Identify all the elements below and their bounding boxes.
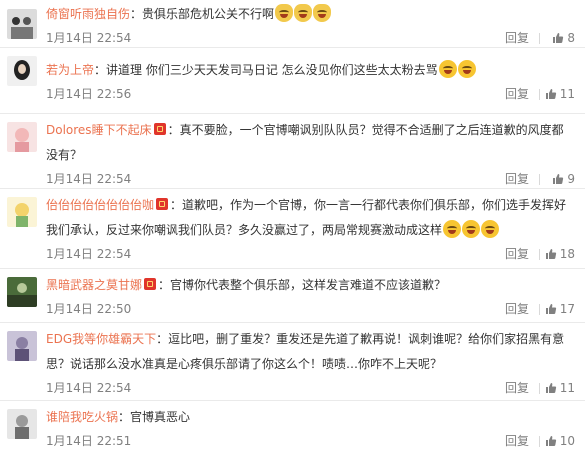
comment-time: 1月14日 22:54 [46, 31, 132, 45]
reply-button[interactable]: 回复 [505, 377, 529, 399]
comment-text: ：官博你代表整个俱乐部，这样发言难道不应该道歉？ [158, 278, 447, 292]
divider [539, 249, 540, 260]
comment-username[interactable]: 佁佁佁佁佁佁佁佁咖 [46, 198, 154, 212]
comment-time: 1月14日 22:54 [46, 172, 132, 186]
like-count: 11 [559, 381, 575, 395]
comment-item: 谁陪我吃火锅：官博真恶心 1月14日 22:51 回复 10 [0, 401, 585, 450]
comment-text: ：官博真恶心 [118, 410, 191, 424]
thumbs-up-icon [545, 88, 557, 100]
comment-item: 若为上帝：讲道理 你们三少天天发司马日记 怎么没见你们这些太太粉去骂 1月14日… [0, 48, 585, 114]
comment-username[interactable]: Dolores睡下不起床 [46, 123, 152, 137]
reply-button[interactable]: 回复 [505, 83, 529, 105]
like-button[interactable]: 10 [545, 430, 575, 452]
comment-time: 1月14日 22:56 [46, 87, 132, 101]
avatar[interactable] [7, 409, 37, 439]
comment-item: Dolores睡下不起床 ：真不要脸，一个官博嘲讽别队队员？觉得不合适删了之后连道… [0, 114, 585, 189]
thumbs-up-icon [545, 382, 557, 394]
reply-button[interactable]: 回复 [505, 168, 529, 190]
laugh-icon [457, 60, 476, 78]
comment-time: 1月14日 22:54 [46, 247, 132, 261]
avatar[interactable] [7, 331, 37, 361]
cat-icon [275, 4, 294, 22]
reply-button[interactable]: 回复 [505, 243, 529, 265]
like-count: 8 [567, 31, 575, 45]
comment-username[interactable]: 若为上帝 [46, 63, 94, 77]
like-button[interactable]: 18 [545, 243, 575, 265]
like-count: 18 [559, 247, 575, 261]
like-button[interactable]: 11 [545, 377, 575, 399]
divider [539, 33, 540, 44]
cat-icon [294, 4, 313, 22]
like-button[interactable]: 11 [545, 83, 575, 105]
avatar[interactable] [7, 9, 37, 39]
comment-list: 倚窗听雨独自伤：贵俱乐部危机公关不行啊 1月14日 22:54 回复 8 若为上… [0, 0, 585, 450]
like-button[interactable]: 9 [552, 168, 575, 190]
comment-text: ：贵俱乐部危机公关不行啊 [130, 7, 275, 21]
reply-button[interactable]: 回复 [505, 430, 529, 452]
laugh-icon [481, 220, 500, 238]
reply-button[interactable]: 回复 [505, 298, 529, 320]
thumbs-up-icon [545, 248, 557, 260]
divider [539, 304, 540, 315]
like-count: 10 [559, 434, 575, 448]
thumbs-up-icon [552, 32, 564, 44]
divider [539, 174, 540, 185]
comment-text: ：讲道理 你们三少天天发司马日记 怎么没见你们这些太太粉去骂 [94, 63, 438, 77]
comment-item: EDG我等你雄霸天下：逗比吧，删了重发？重发还是先道了歉再说！讽刺谁呢？给你们家… [0, 323, 585, 401]
comment-username[interactable]: EDG我等你雄霸天下 [46, 332, 156, 346]
comment-username[interactable]: 倚窗听雨独自伤 [46, 7, 130, 21]
divider [539, 436, 540, 447]
comment-time: 1月14日 22:51 [46, 434, 132, 448]
cat-icon [313, 4, 332, 22]
member-badge-icon [156, 198, 169, 210]
comment-username[interactable]: 谁陪我吃火锅 [46, 410, 118, 424]
reply-button[interactable]: 回复 [505, 27, 529, 49]
laugh-icon [462, 220, 481, 238]
like-count: 11 [559, 87, 575, 101]
avatar[interactable] [7, 122, 37, 152]
divider [539, 89, 540, 100]
member-badge-icon [153, 123, 166, 135]
laugh-icon [438, 60, 457, 78]
like-count: 17 [559, 302, 575, 316]
comment-username[interactable]: 黑暗武器之莫甘娜 [46, 278, 142, 292]
avatar[interactable] [7, 277, 37, 307]
avatar[interactable] [7, 197, 37, 227]
comment-item: 倚窗听雨独自伤：贵俱乐部危机公关不行啊 1月14日 22:54 回复 8 [0, 0, 585, 48]
comment-time: 1月14日 22:50 [46, 302, 132, 316]
comment-time: 1月14日 22:54 [46, 381, 132, 395]
avatar[interactable] [7, 56, 37, 86]
thumbs-up-icon [545, 303, 557, 315]
thumbs-up-icon [545, 435, 557, 447]
like-count: 9 [567, 172, 575, 186]
laugh-icon [443, 220, 462, 238]
comment-item: 黑暗武器之莫甘娜 ：官博你代表整个俱乐部，这样发言难道不应该道歉？ 1月14日 2… [0, 269, 585, 323]
like-button[interactable]: 17 [545, 298, 575, 320]
member-badge-icon [144, 278, 157, 290]
divider [539, 383, 540, 394]
comment-item: 佁佁佁佁佁佁佁佁咖 ：道歉吧，作为一个官博，你一言一行都代表你们俱乐部，你们选手发… [0, 189, 585, 269]
thumbs-up-icon [552, 173, 564, 185]
like-button[interactable]: 8 [552, 27, 575, 49]
